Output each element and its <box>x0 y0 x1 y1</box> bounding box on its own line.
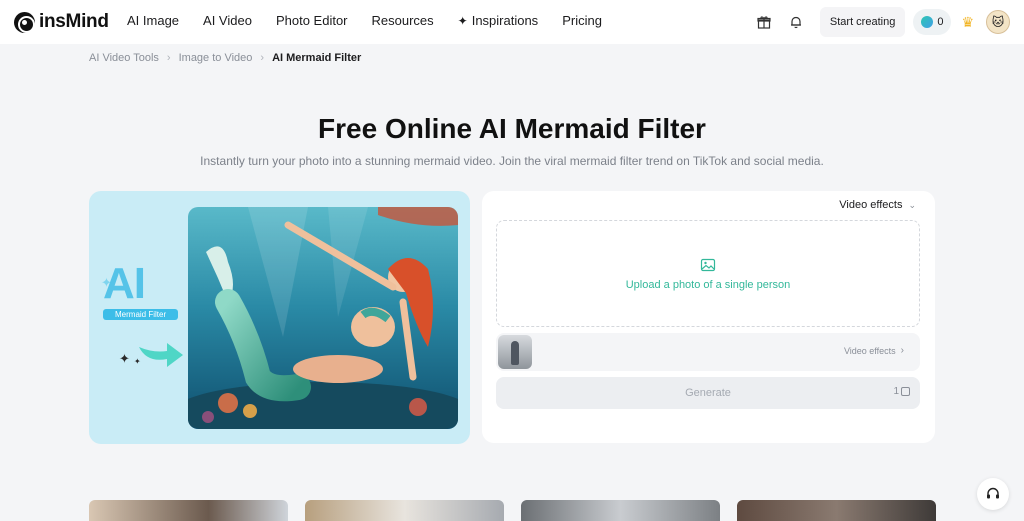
mermaid-filter-tag: Mermaid Filter <box>103 309 179 320</box>
upload-dropzone[interactable]: Upload a photo of a single person <box>496 220 920 327</box>
nav-resources[interactable]: Resources <box>372 13 434 28</box>
coin-icon <box>921 16 934 28</box>
example-gallery <box>89 500 936 521</box>
chevron-down-icon: ⌄ <box>908 199 916 210</box>
video-effects-link: Video effects › <box>844 345 904 356</box>
chevron-right-icon: › <box>166 52 171 64</box>
breadcrumb-current: AI Mermaid Filter <box>272 52 362 64</box>
sparkle-icon: ✦ <box>457 13 468 28</box>
header-actions: Start creating 0 ♛ 🐱 <box>754 6 1010 38</box>
credits-count: 0 <box>937 16 944 28</box>
breadcrumb-ai-video-tools[interactable]: AI Video Tools <box>89 52 159 64</box>
generate-cost: 1 <box>893 386 910 397</box>
effect-thumbnail <box>498 335 532 369</box>
main-nav: AI Image AI Video Photo Editor Resources… <box>127 13 626 28</box>
page-subtitle: Instantly turn your photo into a stunnin… <box>200 154 824 168</box>
page-title: Free Online AI Mermaid Filter <box>318 113 706 144</box>
gallery-thumbnail[interactable] <box>737 500 936 521</box>
video-effects-link-label: Video effects <box>843 345 896 356</box>
generate-button[interactable]: Generate 1 <box>496 377 920 409</box>
bell-icon[interactable] <box>786 12 806 32</box>
sparkle-icon: ✦ <box>119 351 130 366</box>
start-creating-button[interactable]: Start creating <box>819 7 906 37</box>
upload-prompt: Upload a photo of a single person <box>625 278 791 291</box>
nav-ai-image[interactable]: AI Image <box>127 13 179 28</box>
logo-icon <box>14 11 35 33</box>
gallery-thumbnail[interactable] <box>305 500 504 521</box>
credit-icon <box>901 387 910 396</box>
nav-ai-video[interactable]: AI Video <box>203 13 252 28</box>
gift-icon[interactable] <box>754 12 774 32</box>
gallery-thumbnail[interactable] <box>89 500 288 521</box>
nav-pricing[interactable]: Pricing <box>562 13 602 28</box>
support-button[interactable] <box>977 478 1009 510</box>
ai-badge-text: AI <box>103 259 146 308</box>
breadcrumb: AI Video Tools › Image to Video › AI Mer… <box>89 52 361 64</box>
brand-name: insMind <box>39 11 109 32</box>
breadcrumb-image-to-video[interactable]: Image to Video <box>179 52 253 64</box>
generator-panel: Video effects ⌄ Upload a photo of a sing… <box>482 191 935 443</box>
demo-preview-panel: ✦ AI Mermaid Filter ✦ ✦ <box>89 191 470 444</box>
chevron-right-icon: › <box>900 345 904 356</box>
avatar[interactable]: 🐱 <box>986 10 1010 34</box>
top-header: insMind AI Image AI Video Photo Editor R… <box>0 0 1024 44</box>
credits-badge[interactable]: 0 <box>913 9 952 35</box>
gallery-thumbnail[interactable] <box>521 500 720 521</box>
logo[interactable]: insMind <box>14 11 109 33</box>
arrow-right-icon <box>139 343 183 367</box>
chevron-right-icon: › <box>260 52 265 64</box>
generate-cost-value: 1 <box>893 386 899 397</box>
mermaid-sample-image <box>188 207 458 429</box>
video-effects-dropdown-label: Video effects <box>839 199 903 211</box>
nav-photo-editor[interactable]: Photo Editor <box>276 13 348 28</box>
nav-inspirations-label: Inspirations <box>471 13 539 28</box>
nav-inspirations[interactable]: ✦ Inspirations <box>458 13 539 28</box>
crown-icon[interactable]: ♛ <box>961 14 974 31</box>
image-upload-icon <box>700 258 716 271</box>
video-effect-selector[interactable]: Video effects › <box>496 333 920 371</box>
headset-icon <box>987 487 999 499</box>
generate-label: Generate <box>685 387 731 399</box>
video-effects-dropdown[interactable]: Video effects ⌄ <box>839 199 916 211</box>
